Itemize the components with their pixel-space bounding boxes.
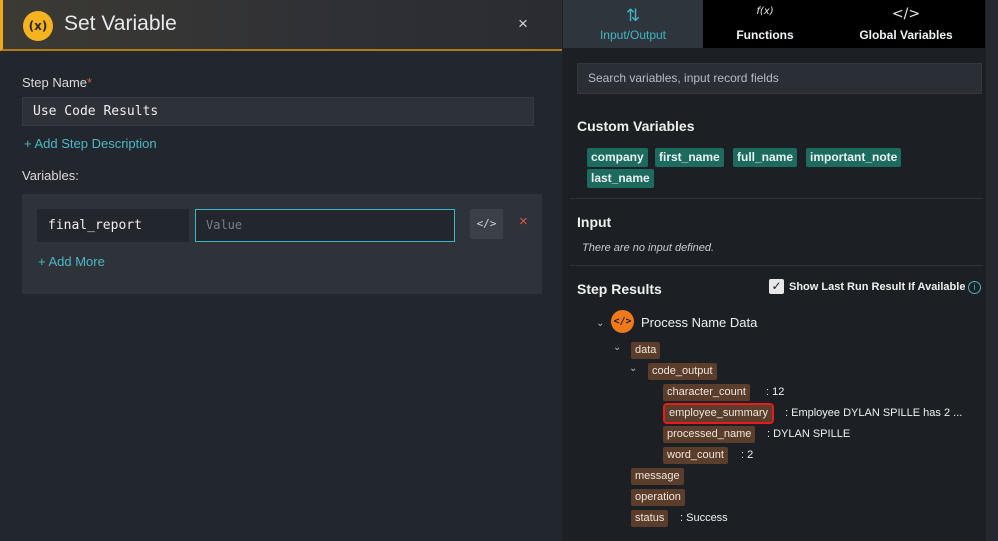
tree-key-message[interactable]: message xyxy=(631,468,684,485)
tab-label: Functions xyxy=(736,28,794,42)
variable-value-input[interactable]: Value xyxy=(195,209,455,242)
custom-variables-title: Custom Variables xyxy=(577,118,695,134)
add-more-link[interactable]: + Add More xyxy=(38,254,105,269)
variable-chip[interactable]: first_name xyxy=(655,148,724,167)
chevron-down-icon[interactable]: ⌄ xyxy=(596,318,604,329)
search-input[interactable]: Search variables, input record fields xyxy=(577,63,982,94)
tab-functions[interactable]: f(x) Functions xyxy=(703,0,827,48)
process-step-label[interactable]: Process Name Data xyxy=(641,315,757,330)
close-icon[interactable]: × xyxy=(518,14,528,34)
info-icon[interactable]: i xyxy=(968,281,981,294)
tree-key[interactable]: word_count xyxy=(663,447,728,464)
variables-label: Variables: xyxy=(22,168,79,183)
tab-label: Input/Output xyxy=(599,28,667,42)
tree-value: : 2 xyxy=(741,449,754,461)
variable-chip[interactable]: important_note xyxy=(806,148,902,167)
step-name-label: Step Name* xyxy=(22,75,92,90)
required-mark: * xyxy=(87,75,93,90)
tree-key-code-output[interactable]: code_output xyxy=(648,363,717,380)
tree-key-operation[interactable]: operation xyxy=(631,489,685,506)
panel-header: (x) Set Variable × xyxy=(0,0,562,51)
step-name-label-text: Step Name xyxy=(22,75,88,90)
tree-key[interactable]: processed_name xyxy=(663,426,756,443)
tree-key-status[interactable]: status xyxy=(631,510,669,527)
tab-bar: ⇅ Input/Output f(x) Functions </> Global… xyxy=(563,0,985,48)
show-last-run-label: Show Last Run Result If Available xyxy=(789,281,966,293)
variable-icon: (x) xyxy=(23,11,53,41)
variable-chip[interactable]: company xyxy=(587,148,648,167)
delete-variable-icon[interactable]: × xyxy=(519,213,528,230)
tab-input-output[interactable]: ⇅ Input/Output xyxy=(563,0,703,48)
divider xyxy=(570,198,983,199)
add-step-description-link[interactable]: + Add Step Description xyxy=(24,136,157,151)
page-title: Set Variable xyxy=(64,12,177,35)
swap-arrows-icon: ⇅ xyxy=(625,6,641,26)
tab-global-variables[interactable]: </> Global Variables xyxy=(827,0,985,48)
variable-chip[interactable]: last_name xyxy=(587,169,654,188)
chevron-down-icon[interactable]: ⌄ xyxy=(613,342,621,353)
input-title: Input xyxy=(577,214,612,230)
code-editor-button[interactable]: </> xyxy=(470,209,503,239)
tree-key[interactable]: character_count xyxy=(663,384,750,401)
no-input-text: There are no input defined. xyxy=(582,242,715,254)
tree-value: : Employee DYLAN SPILLE has 2 ... xyxy=(785,407,963,419)
set-variable-panel: (x) Set Variable × Step Name* Use Code R… xyxy=(0,0,562,541)
function-icon: f(x) xyxy=(756,6,774,17)
code-icon: </> xyxy=(891,6,921,22)
tree-value: : DYLAN SPILLE xyxy=(767,428,851,440)
tab-label: Global Variables xyxy=(859,28,953,42)
step-results-title: Step Results xyxy=(577,281,662,297)
code-step-icon: </> xyxy=(611,310,634,333)
tree-key-data[interactable]: data xyxy=(631,342,661,359)
divider xyxy=(570,265,983,266)
scrollbar[interactable] xyxy=(986,0,998,541)
variable-chip[interactable]: full_name xyxy=(733,148,798,167)
chevron-down-icon[interactable]: ⌄ xyxy=(629,363,637,374)
step-name-input[interactable]: Use Code Results xyxy=(22,97,534,126)
tree-key-highlighted[interactable]: employee_summary xyxy=(662,403,775,424)
tree-value: : 12 xyxy=(766,386,785,398)
variable-name-input[interactable]: final_report xyxy=(37,209,189,242)
show-last-run-checkbox[interactable]: ✓ xyxy=(769,279,784,294)
tree-value: : Success xyxy=(680,512,728,524)
